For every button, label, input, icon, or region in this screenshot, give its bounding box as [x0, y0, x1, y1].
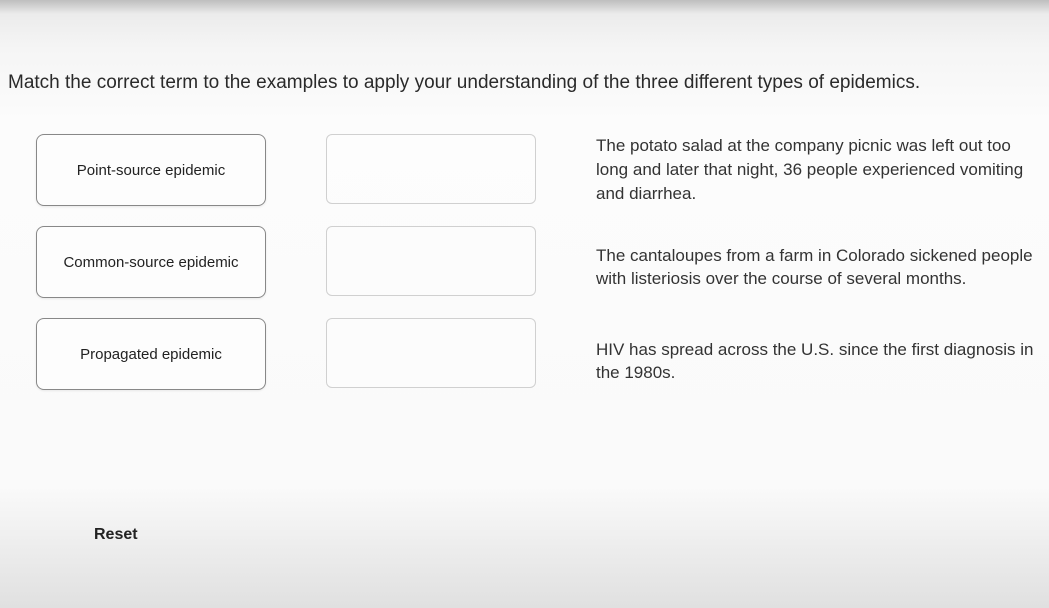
drop-zone-3[interactable]	[326, 318, 536, 388]
description-2: The cantaloupes from a farm in Colorado …	[596, 235, 1045, 299]
term-card-propagated[interactable]: Propagated epidemic	[36, 318, 266, 390]
drop-zone-2[interactable]	[326, 226, 536, 296]
question-prompt: Match the correct term to the examples t…	[0, 0, 1049, 94]
drop-zone-1[interactable]	[326, 134, 536, 204]
description-1: The potato salad at the company picnic w…	[596, 134, 1045, 205]
descriptions-column: The potato salad at the company picnic w…	[596, 134, 1049, 393]
term-label: Propagated epidemic	[80, 346, 222, 363]
term-card-common-source[interactable]: Common-source epidemic	[36, 226, 266, 298]
reset-button[interactable]: Reset	[86, 522, 146, 548]
term-label: Common-source epidemic	[63, 254, 238, 271]
terms-column: Point-source epidemic Common-source epid…	[36, 134, 266, 393]
term-label: Point-source epidemic	[77, 162, 225, 179]
term-card-point-source[interactable]: Point-source epidemic	[36, 134, 266, 206]
matching-area: Point-source epidemic Common-source epid…	[0, 94, 1049, 393]
drop-column	[326, 134, 536, 393]
description-3: HIV has spread across the U.S. since the…	[596, 329, 1045, 393]
